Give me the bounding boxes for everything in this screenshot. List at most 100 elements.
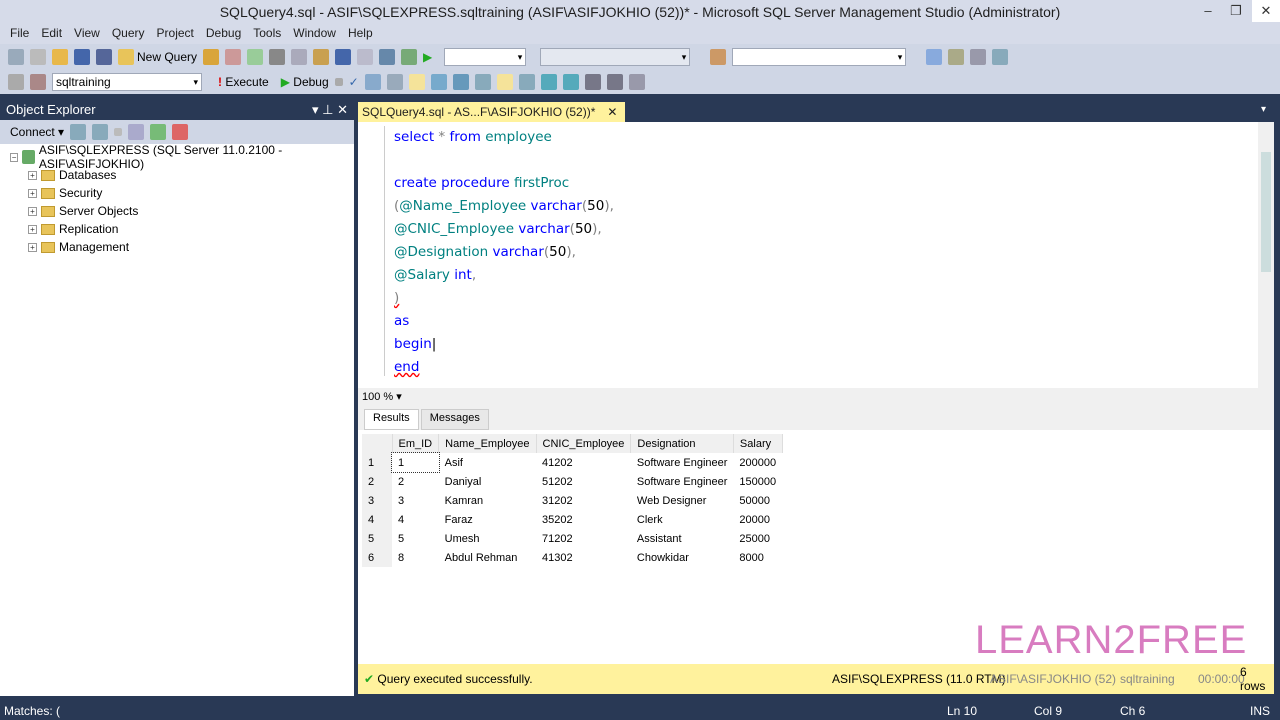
table-cell[interactable]: Software Engineer [631, 453, 734, 472]
close-button[interactable]: ✕ [1252, 0, 1280, 22]
query-designer-icon[interactable] [386, 74, 403, 90]
zoom-select[interactable]: 100 % ▾ [362, 391, 402, 403]
col-header[interactable]: CNIC_Employee [536, 434, 632, 453]
grid-icon[interactable] [496, 74, 513, 90]
xmla-query-icon[interactable] [247, 49, 264, 65]
menu-edit[interactable]: Edit [35, 24, 68, 44]
table-cell[interactable]: 8 [392, 548, 439, 567]
find-input[interactable]: ▾ [732, 48, 907, 66]
table-cell[interactable]: 4 [392, 510, 439, 529]
table-cell[interactable]: 50000 [733, 491, 782, 510]
menu-file[interactable]: File [4, 24, 35, 44]
undo-icon[interactable] [335, 49, 352, 65]
redo-icon[interactable] [357, 49, 374, 65]
minimize-button[interactable]: – [1194, 0, 1222, 22]
save-icon[interactable] [74, 49, 90, 65]
expand-icon[interactable]: + [28, 188, 37, 198]
solution-explorer-icon[interactable] [926, 49, 943, 65]
col-header[interactable]: Name_Employee [438, 434, 537, 453]
table-cell[interactable]: 8000 [733, 548, 782, 567]
new-query-button[interactable]: New Query [118, 49, 197, 65]
increase-indent-icon[interactable] [606, 74, 623, 90]
table-cell[interactable]: 51202 [536, 472, 631, 491]
decrease-indent-icon[interactable] [584, 74, 601, 90]
sql-editor[interactable]: select * from employee create procedure … [358, 122, 1274, 388]
cut-icon[interactable] [269, 49, 286, 65]
tab-dropdown-icon[interactable]: ▾ [1261, 104, 1266, 115]
table-cell[interactable]: Assistant [631, 529, 734, 548]
toolbox-icon[interactable] [970, 49, 987, 65]
col-header[interactable]: Em_ID [392, 434, 440, 453]
open-file-icon[interactable] [52, 49, 68, 65]
refresh-icon[interactable] [150, 124, 167, 140]
filter-icon[interactable] [128, 124, 145, 140]
expand-icon[interactable]: + [28, 206, 37, 216]
table-row[interactable]: 3 3 Kamran 31202 Web Designer 50000 [362, 491, 782, 510]
connect-icon[interactable] [8, 74, 24, 90]
database-select[interactable]: sqltraining ▾ [52, 73, 202, 91]
scroll-thumb[interactable] [1261, 152, 1271, 272]
table-cell[interactable]: Umesh [439, 529, 536, 548]
tree-node-server-objects[interactable]: + Server Objects [28, 202, 354, 220]
collapse-icon[interactable]: − [10, 152, 19, 162]
table-cell[interactable]: Kamran [439, 491, 536, 510]
uncomment-icon[interactable] [562, 74, 579, 90]
disconnect-icon[interactable] [30, 74, 46, 90]
menu-project[interactable]: Project [151, 24, 200, 44]
table-cell[interactable]: 5 [362, 529, 392, 548]
results-to-text-icon[interactable] [474, 74, 491, 90]
tab-messages[interactable]: Messages [420, 409, 489, 430]
platform-select[interactable]: ▾ [540, 48, 691, 66]
table-cell[interactable]: Faraz [439, 510, 536, 529]
menu-query[interactable]: Query [106, 24, 151, 44]
expand-icon[interactable]: + [28, 170, 37, 180]
tab-sqlquery4[interactable]: SQLQuery4.sql - AS...F\ASIFJOKHIO (52))*… [358, 102, 626, 122]
table-cell[interactable]: Software Engineer [631, 472, 734, 491]
table-cell[interactable]: 1 [391, 452, 440, 473]
table-cell[interactable]: Abdul Rehman [439, 548, 536, 567]
table-cell[interactable]: Asif [439, 453, 536, 472]
table-cell[interactable]: 3 [392, 491, 439, 510]
navigate-icon[interactable] [379, 49, 396, 65]
table-cell[interactable]: 20000 [733, 510, 782, 529]
editor-scrollbar[interactable] [1258, 122, 1274, 388]
results-to-grid-icon[interactable] [408, 74, 425, 90]
client-stats-icon[interactable] [452, 74, 469, 90]
col-header[interactable]: Salary [733, 434, 783, 453]
comment-icon[interactable] [540, 74, 557, 90]
execute-button[interactable]: ! Execute [218, 75, 269, 89]
menu-view[interactable]: View [68, 24, 106, 44]
table-cell[interactable]: 3 [362, 491, 392, 510]
analysis-query-icon[interactable] [225, 49, 242, 65]
activity-icon[interactable] [172, 124, 189, 140]
parse-icon[interactable]: ✓ [349, 75, 359, 89]
restore-button[interactable]: ❐ [1222, 0, 1250, 22]
table-cell[interactable]: 2 [392, 472, 439, 491]
copy-icon[interactable] [291, 49, 308, 65]
menu-tools[interactable]: Tools [247, 24, 287, 44]
table-cell[interactable]: Chowkidar [631, 548, 734, 567]
tree-node-server[interactable]: − ASIF\SQLEXPRESS (SQL Server 11.0.2100 -… [10, 143, 354, 171]
specify-values-icon[interactable] [628, 74, 645, 90]
activity-monitor-icon[interactable] [401, 49, 418, 65]
tree-node-management[interactable]: + Management [28, 238, 354, 256]
start-icon[interactable]: ▶ [423, 50, 432, 64]
table-row[interactable]: 1 1 Asif 41202 Software Engineer 200000 [362, 452, 782, 473]
table-cell[interactable]: 5 [392, 529, 439, 548]
disconnect-object-icon[interactable] [92, 124, 109, 140]
expand-icon[interactable]: + [28, 242, 37, 252]
table-cell[interactable]: 31202 [536, 491, 631, 510]
paste-icon[interactable] [313, 49, 330, 65]
table-cell[interactable]: 41202 [536, 453, 631, 472]
tab-results[interactable]: Results [364, 409, 419, 430]
col-header[interactable]: Designation [630, 434, 734, 453]
add-item-icon[interactable] [30, 49, 46, 65]
new-project-icon[interactable] [8, 49, 24, 65]
results-grid[interactable]: Em_ID Name_Employee CNIC_Employee Design… [362, 434, 783, 567]
stop-icon[interactable] [114, 128, 123, 136]
display-plan-icon[interactable] [364, 74, 381, 90]
table-row[interactable]: 4 4 Faraz 35202 Clerk 20000 [362, 510, 782, 529]
table-cell[interactable]: Clerk [631, 510, 734, 529]
debug-button[interactable]: ▶ Debug [281, 75, 329, 89]
table-cell[interactable]: 1 [362, 453, 392, 472]
